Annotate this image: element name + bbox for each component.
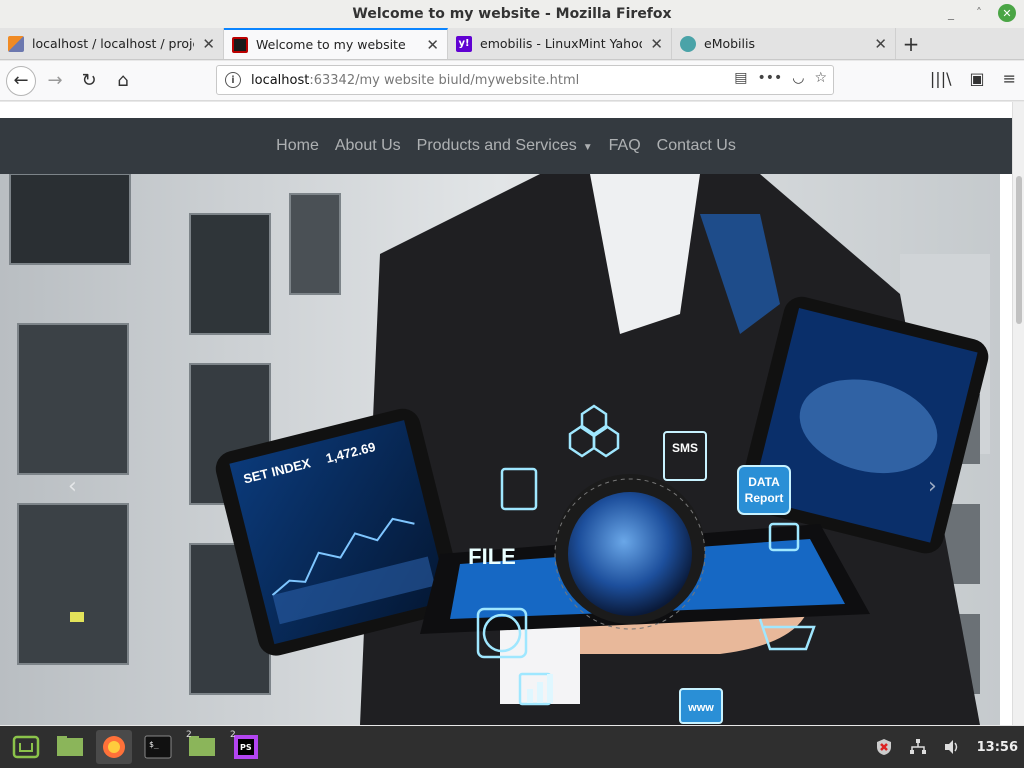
firefox-icon <box>103 736 125 758</box>
nav-about-link[interactable]: About Us <box>335 137 401 155</box>
nav-contact-link[interactable]: Contact Us <box>657 137 736 155</box>
page-scrollbar[interactable] <box>1012 102 1024 725</box>
tab-label: localhost / localhost / project <box>32 36 195 51</box>
pocket-icon[interactable]: ◡ <box>792 70 804 86</box>
url-bar[interactable]: i localhost :63342/my website biuld/mywe… <box>216 65 834 95</box>
nav-products-label: Products and Services <box>416 137 577 154</box>
www-icon-label: www <box>687 702 714 714</box>
tab-strip: localhost / localhost / project ✕ Welcom… <box>0 28 1024 60</box>
file-icon-label: FILE <box>468 544 516 569</box>
reader-view-icon[interactable]: ▤ <box>734 70 747 86</box>
new-tab-button[interactable]: + <box>896 28 926 59</box>
files-taskbar-button[interactable] <box>52 730 88 764</box>
close-tab-icon[interactable]: ✕ <box>874 35 887 53</box>
linux-mint-logo-icon <box>12 735 40 759</box>
bookmark-star-icon[interactable]: ☆ <box>814 70 827 86</box>
tab-emobilis[interactable]: eMobilis ✕ <box>672 28 896 59</box>
terminal-taskbar-button[interactable]: $_ <box>140 730 176 764</box>
files-group-taskbar-button[interactable]: 2 <box>184 730 220 764</box>
terminal-prompt: $_ <box>149 740 159 749</box>
reload-button[interactable]: ↻ <box>74 66 104 96</box>
emobilis-favicon-icon <box>680 35 696 52</box>
carousel-prev-button[interactable]: ‹ <box>68 474 77 499</box>
navigation-toolbar: ← → ↻ ⌂ i localhost :63342/my website bi… <box>0 61 1024 101</box>
tab-label: eMobilis <box>704 36 755 51</box>
data-report-icon-label: DATA <box>748 475 780 489</box>
nav-home-link[interactable]: Home <box>276 137 319 155</box>
folder-icon <box>189 736 215 756</box>
back-button[interactable]: ← <box>6 65 36 96</box>
window-count-badge: 2 <box>186 730 192 740</box>
site-favicon-icon <box>232 36 248 53</box>
network-icon[interactable] <box>909 738 927 756</box>
tab-phpmyadmin[interactable]: localhost / localhost / project ✕ <box>0 28 224 59</box>
home-button[interactable]: ⌂ <box>108 66 138 96</box>
hero-carousel: SET INDEX 1,472.69 DATA Report SMS FILE … <box>0 174 1000 725</box>
dropdown-caret-icon: ▼ <box>582 142 593 153</box>
yahoo-favicon-icon: y! <box>456 35 472 52</box>
nav-faq-link[interactable]: FAQ <box>609 137 641 155</box>
volume-icon[interactable] <box>943 738 961 756</box>
hero-image: SET INDEX 1,472.69 DATA Report SMS FILE … <box>0 174 1000 725</box>
window-count-badge: 2 <box>230 730 236 740</box>
tab-label: Welcome to my website <box>256 37 406 52</box>
close-window-button[interactable]: ✕ <box>998 4 1016 22</box>
maximize-button[interactable]: ˄ <box>970 4 988 22</box>
tab-label: emobilis - LinuxMint Yahoo Se <box>480 36 642 51</box>
update-error-shield-icon[interactable] <box>875 738 893 756</box>
close-tab-icon[interactable]: ✕ <box>202 35 215 53</box>
close-tab-icon[interactable]: ✕ <box>650 35 663 53</box>
page-content: Home About Us Products and Services ▼ FAQ… <box>0 102 1024 725</box>
window-titlebar: Welcome to my website - Mozilla Firefox … <box>0 0 1024 28</box>
window-title: Welcome to my website - Mozilla Firefox <box>352 6 672 22</box>
phpstorm-taskbar-button[interactable]: 2 PS <box>228 730 264 764</box>
clock[interactable]: 13:56 <box>977 740 1018 755</box>
tab-welcome[interactable]: Welcome to my website ✕ <box>224 28 448 59</box>
window-controls: _ ˄ ✕ <box>942 4 1016 22</box>
terminal-icon: $_ <box>144 735 172 759</box>
url-path: :63342/my website biuld/mywebsite.html <box>309 72 580 88</box>
url-host: localhost <box>251 72 310 88</box>
minimize-button[interactable]: _ <box>942 4 960 22</box>
site-info-icon[interactable]: i <box>225 72 241 88</box>
carousel-next-button[interactable]: › <box>928 474 937 499</box>
site-navbar: Home About Us Products and Services ▼ FAQ… <box>0 118 1012 174</box>
hamburger-menu-icon[interactable]: ≡ <box>1003 69 1016 88</box>
toolbar-right: |||\ ▣ ≡ <box>930 69 1016 88</box>
url-actions: ▤ ••• ◡ ☆ <box>734 70 827 86</box>
page-actions-icon[interactable]: ••• <box>757 70 782 86</box>
mint-menu-button[interactable] <box>8 730 44 764</box>
phpstorm-label: PS <box>240 743 252 752</box>
folder-icon <box>57 736 83 756</box>
close-tab-icon[interactable]: ✕ <box>426 36 439 54</box>
forward-button[interactable]: → <box>40 66 70 96</box>
tab-yahoo-search[interactable]: y! emobilis - LinuxMint Yahoo Se ✕ <box>448 28 672 59</box>
firefox-taskbar-button[interactable] <box>96 730 132 764</box>
system-taskbar: $_ 2 2 PS 13:56 <box>0 726 1024 768</box>
sms-icon-label: SMS <box>672 441 698 455</box>
scrollbar-thumb[interactable] <box>1016 176 1022 324</box>
sidebar-icon[interactable]: ▣ <box>969 69 984 88</box>
nav-products-dropdown[interactable]: Products and Services ▼ <box>417 137 593 155</box>
phpmyadmin-favicon-icon <box>8 35 24 52</box>
data-report-icon-label-2: Report <box>745 491 784 505</box>
system-tray: 13:56 <box>875 726 1018 768</box>
library-icon[interactable]: |||\ <box>930 69 952 88</box>
phpstorm-icon: PS <box>234 735 258 759</box>
